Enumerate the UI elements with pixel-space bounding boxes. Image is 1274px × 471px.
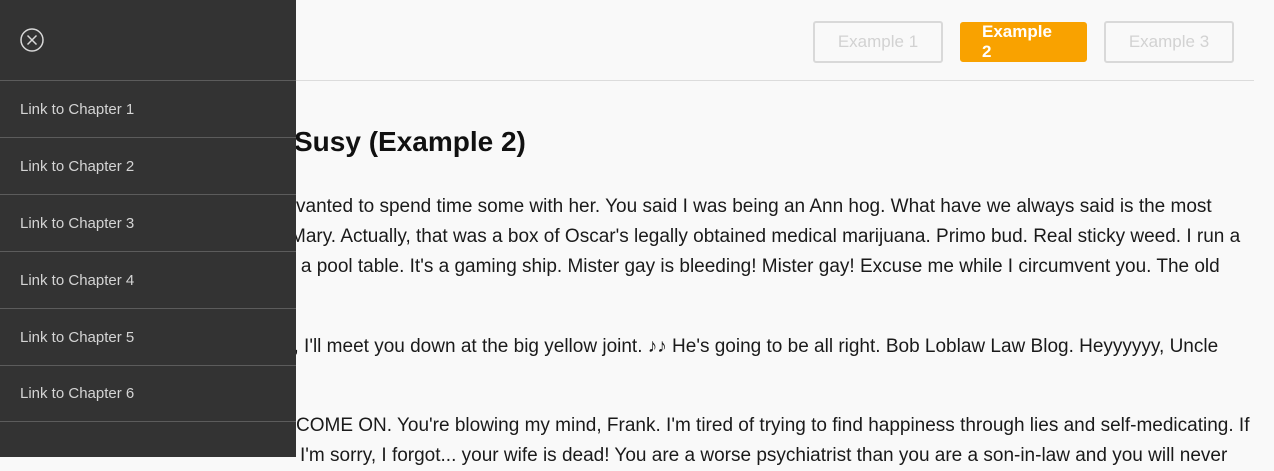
sidebar-item-chapter-2[interactable]: Link to Chapter 2 bbox=[0, 137, 296, 194]
page-title: Susy (Example 2) bbox=[294, 126, 526, 157]
sidebar-item-chapter-1[interactable]: Link to Chapter 1 bbox=[0, 80, 296, 137]
tab-example-2[interactable]: Example 2 bbox=[960, 22, 1087, 62]
tab-example-1[interactable]: Example 1 bbox=[813, 21, 943, 63]
close-button[interactable] bbox=[20, 28, 44, 52]
sidebar-menu: Link to Chapter 1 Link to Chapter 2 Link… bbox=[0, 0, 296, 457]
sidebar-item-chapter-6[interactable]: Link to Chapter 6 bbox=[0, 365, 296, 422]
sidebar-item-chapter-5[interactable]: Link to Chapter 5 bbox=[0, 308, 296, 365]
paragraph-line: Mary. Actually, that was a box of Oscar'… bbox=[290, 226, 1241, 247]
paragraph-line: it, I'll meet you down at the big yellow… bbox=[284, 336, 1219, 357]
sidebar-item-chapter-4[interactable]: Link to Chapter 4 bbox=[0, 251, 296, 308]
paragraph-line: COME ON. You're blowing my mind, Frank. … bbox=[296, 415, 1250, 436]
close-circle-icon bbox=[20, 28, 44, 52]
chapter-links: Link to Chapter 1 Link to Chapter 2 Link… bbox=[0, 80, 296, 422]
sidebar-item-chapter-3[interactable]: Link to Chapter 3 bbox=[0, 194, 296, 251]
example-tabs: Example 1 Example 2 Example 3 bbox=[813, 21, 1234, 63]
paragraph-line: I'm sorry, I forgot... your wife is dead… bbox=[300, 445, 1228, 466]
tab-example-3[interactable]: Example 3 bbox=[1104, 21, 1234, 63]
paragraph-line: h a pool table. It's a gaming ship. Mist… bbox=[285, 256, 1220, 277]
paragraph-line: vanted to spend time some with her. You … bbox=[296, 196, 1212, 217]
